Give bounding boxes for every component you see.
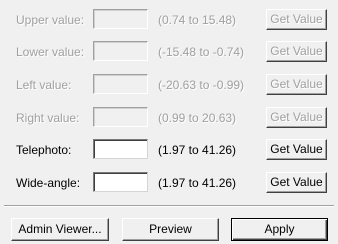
footer-separator — [4, 205, 334, 207]
lower-value-range: (-15.48 to -0.74) — [158, 45, 245, 59]
left-get-value-button[interactable]: Get Value — [266, 74, 327, 95]
left-value-row: Left value: (-20.63 to -0.99) Get Value — [0, 74, 338, 98]
upper-value-field[interactable] — [93, 9, 148, 29]
right-value-row: Right value: (0.99 to 20.63) Get Value — [0, 107, 338, 131]
right-value-field[interactable] — [93, 107, 148, 127]
telephoto-get-value-button[interactable]: Get Value — [266, 139, 327, 160]
camera-range-dialog: Upper value: (0.74 to 15.48) Get Value L… — [0, 0, 338, 244]
admin-viewer-button[interactable]: Admin Viewer... — [11, 218, 109, 241]
telephoto-label: Telephoto: — [16, 143, 72, 157]
lower-value-row: Lower value: (-15.48 to -0.74) Get Value — [0, 41, 338, 65]
wide-angle-range: (1.97 to 41.26) — [158, 176, 237, 190]
left-value-field[interactable] — [93, 74, 148, 94]
lower-value-field[interactable] — [93, 41, 148, 61]
telephoto-range: (1.97 to 41.26) — [158, 143, 237, 157]
apply-button[interactable]: Apply — [231, 218, 328, 241]
right-value-range: (0.99 to 20.63) — [158, 111, 237, 125]
wide-angle-label: Wide-angle: — [16, 176, 81, 190]
right-value-label: Right value: — [16, 111, 80, 125]
wide-angle-row: Wide-angle: (1.97 to 41.26) Get Value — [0, 172, 338, 196]
lower-get-value-button[interactable]: Get Value — [266, 41, 327, 62]
preview-button[interactable]: Preview — [122, 218, 219, 241]
lower-value-label: Lower value: — [16, 45, 85, 59]
telephoto-row: Telephoto: (1.97 to 41.26) Get Value — [0, 139, 338, 163]
upper-value-row: Upper value: (0.74 to 15.48) Get Value — [0, 9, 338, 33]
upper-get-value-button[interactable]: Get Value — [266, 9, 327, 30]
wide-angle-get-value-button[interactable]: Get Value — [266, 172, 327, 193]
left-value-range: (-20.63 to -0.99) — [158, 78, 245, 92]
wide-angle-field[interactable] — [93, 172, 148, 192]
upper-value-label: Upper value: — [16, 13, 85, 27]
telephoto-field[interactable] — [93, 139, 148, 159]
upper-value-range: (0.74 to 15.48) — [158, 13, 237, 27]
right-get-value-button[interactable]: Get Value — [266, 107, 327, 128]
left-value-label: Left value: — [16, 78, 72, 92]
